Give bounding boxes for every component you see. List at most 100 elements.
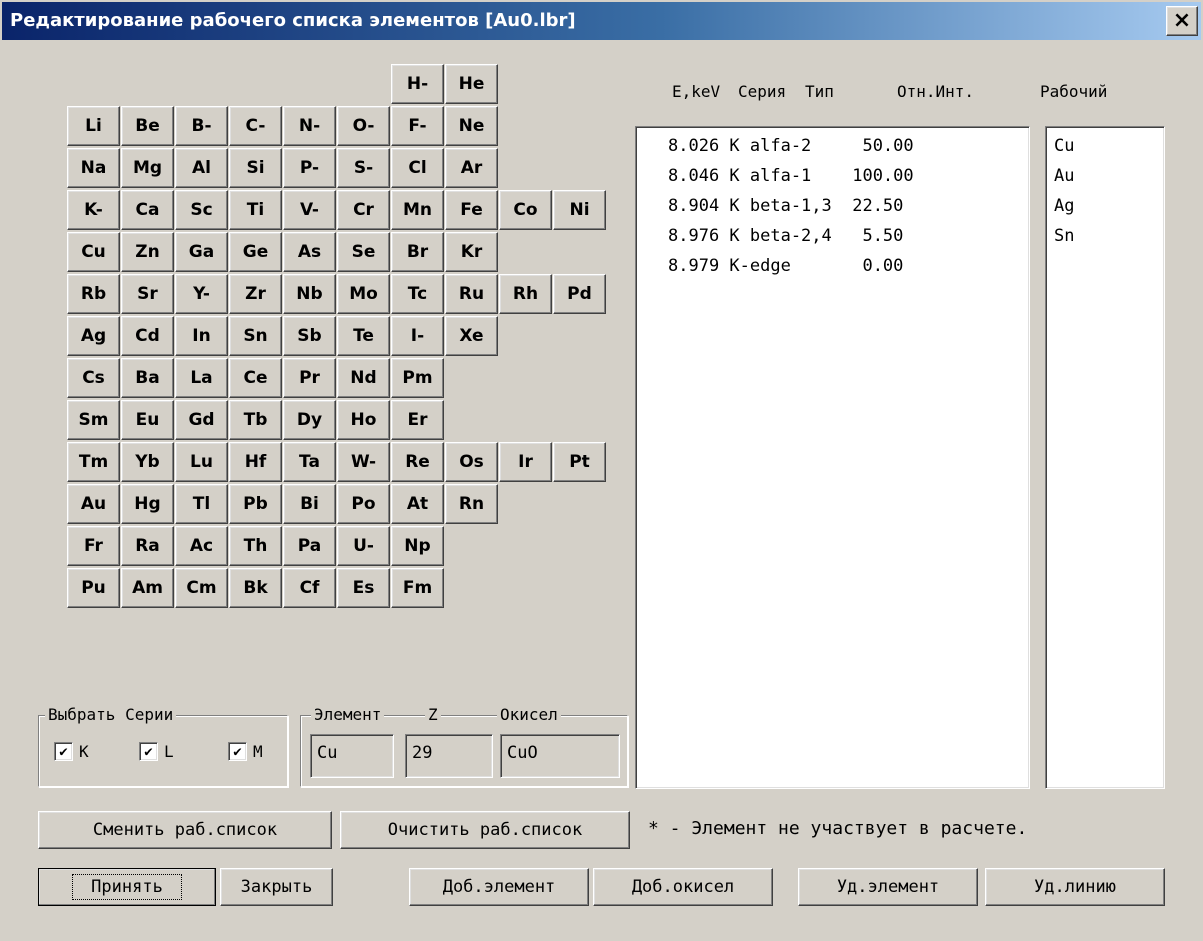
accept-button[interactable]: Принять bbox=[38, 868, 216, 906]
element-button[interactable]: Pb bbox=[229, 484, 282, 524]
element-button[interactable]: Be bbox=[121, 106, 174, 146]
element-button[interactable]: Sr bbox=[121, 274, 174, 314]
element-button[interactable]: La bbox=[175, 358, 228, 398]
element-button[interactable]: Ga bbox=[175, 232, 228, 272]
element-button[interactable]: Kr bbox=[445, 232, 498, 272]
delete-element-button[interactable]: Уд.элемент bbox=[798, 868, 978, 906]
element-button[interactable]: Ir bbox=[499, 442, 552, 482]
element-button[interactable]: Cu bbox=[67, 232, 120, 272]
line-list-item[interactable]: 8.976 K beta-2,4 5.50 bbox=[668, 221, 1029, 251]
checkbox-l-box[interactable]: ✔ bbox=[139, 742, 158, 761]
element-button[interactable]: Mn bbox=[391, 190, 444, 230]
element-button[interactable]: Ca bbox=[121, 190, 174, 230]
z-field[interactable]: 29 bbox=[405, 734, 493, 778]
element-button[interactable]: Fe bbox=[445, 190, 498, 230]
element-button[interactable]: Sc bbox=[175, 190, 228, 230]
element-button[interactable]: Ac bbox=[175, 526, 228, 566]
checkbox-k-box[interactable]: ✔ bbox=[54, 742, 73, 761]
element-button[interactable]: Cd bbox=[121, 316, 174, 356]
element-button[interactable]: In bbox=[175, 316, 228, 356]
element-button[interactable]: Tm bbox=[67, 442, 120, 482]
element-button[interactable]: Pt bbox=[553, 442, 606, 482]
add-oxide-button[interactable]: Доб.окисел bbox=[593, 868, 773, 906]
element-button[interactable]: Se bbox=[337, 232, 390, 272]
oxide-field[interactable]: CuO bbox=[500, 734, 620, 778]
element-button[interactable]: Re bbox=[391, 442, 444, 482]
element-button[interactable]: U- bbox=[337, 526, 390, 566]
element-button[interactable]: Ba bbox=[121, 358, 174, 398]
element-button[interactable]: Co bbox=[499, 190, 552, 230]
element-button[interactable]: Ag bbox=[67, 316, 120, 356]
element-button[interactable]: Pr bbox=[283, 358, 336, 398]
element-button[interactable]: H- bbox=[391, 64, 444, 104]
element-button[interactable]: Ge bbox=[229, 232, 282, 272]
element-button[interactable]: Cl bbox=[391, 148, 444, 188]
series-l-checkbox[interactable]: ✔ L bbox=[139, 742, 174, 761]
working-list-item[interactable]: Ag bbox=[1054, 191, 1164, 221]
element-button[interactable]: Bi bbox=[283, 484, 336, 524]
element-button[interactable]: Cm bbox=[175, 568, 228, 608]
close-dialog-button[interactable]: Закрыть bbox=[220, 868, 333, 906]
working-list-item[interactable]: Cu bbox=[1054, 131, 1164, 161]
element-button[interactable]: Rn bbox=[445, 484, 498, 524]
element-button[interactable]: At bbox=[391, 484, 444, 524]
element-button[interactable]: Tc bbox=[391, 274, 444, 314]
element-button[interactable]: Ne bbox=[445, 106, 498, 146]
element-button[interactable]: He bbox=[445, 64, 498, 104]
element-button[interactable]: Zn bbox=[121, 232, 174, 272]
element-button[interactable]: Nd bbox=[337, 358, 390, 398]
checkbox-m-box[interactable]: ✔ bbox=[228, 742, 247, 761]
element-button[interactable]: W- bbox=[337, 442, 390, 482]
element-button[interactable]: Xe bbox=[445, 316, 498, 356]
element-button[interactable]: Na bbox=[67, 148, 120, 188]
element-button[interactable]: Ce bbox=[229, 358, 282, 398]
element-button[interactable]: Os bbox=[445, 442, 498, 482]
line-list-item[interactable]: 8.904 K beta-1,3 22.50 bbox=[668, 191, 1029, 221]
element-button[interactable]: Ni bbox=[553, 190, 606, 230]
element-button[interactable]: Cs bbox=[67, 358, 120, 398]
element-button[interactable]: Th bbox=[229, 526, 282, 566]
element-button[interactable]: As bbox=[283, 232, 336, 272]
element-button[interactable]: Am bbox=[121, 568, 174, 608]
working-list-item[interactable]: Sn bbox=[1054, 221, 1164, 251]
element-field[interactable]: Cu bbox=[310, 734, 394, 778]
element-button[interactable]: Cr bbox=[337, 190, 390, 230]
element-button[interactable]: Al bbox=[175, 148, 228, 188]
element-button[interactable]: Ru bbox=[445, 274, 498, 314]
series-m-checkbox[interactable]: ✔ M bbox=[228, 742, 263, 761]
element-button[interactable]: Mo bbox=[337, 274, 390, 314]
element-button[interactable]: Rb bbox=[67, 274, 120, 314]
element-button[interactable]: Hg bbox=[121, 484, 174, 524]
element-button[interactable]: Pm bbox=[391, 358, 444, 398]
element-button[interactable]: O- bbox=[337, 106, 390, 146]
line-list-item[interactable]: 8.026 K alfa-2 50.00 bbox=[668, 131, 1029, 161]
series-k-checkbox[interactable]: ✔ K bbox=[54, 742, 89, 761]
element-button[interactable]: Tl bbox=[175, 484, 228, 524]
element-button[interactable]: Pd bbox=[553, 274, 606, 314]
element-button[interactable]: B- bbox=[175, 106, 228, 146]
working-elements-listbox[interactable]: Cu Au Ag Sn bbox=[1045, 126, 1165, 789]
element-button[interactable]: Er bbox=[391, 400, 444, 440]
element-button[interactable]: Po bbox=[337, 484, 390, 524]
element-button[interactable]: P- bbox=[283, 148, 336, 188]
element-button[interactable]: Au bbox=[67, 484, 120, 524]
change-list-button[interactable]: Сменить раб.список bbox=[38, 811, 332, 849]
element-button[interactable]: Yb bbox=[121, 442, 174, 482]
element-button[interactable]: Y- bbox=[175, 274, 228, 314]
element-button[interactable]: C- bbox=[229, 106, 282, 146]
clear-list-button[interactable]: Очистить раб.список bbox=[340, 811, 630, 849]
element-button[interactable]: K- bbox=[67, 190, 120, 230]
element-button[interactable]: I- bbox=[391, 316, 444, 356]
element-button[interactable]: Es bbox=[337, 568, 390, 608]
element-button[interactable]: Fr bbox=[67, 526, 120, 566]
element-button[interactable]: Tb bbox=[229, 400, 282, 440]
element-button[interactable]: Dy bbox=[283, 400, 336, 440]
element-button[interactable]: F- bbox=[391, 106, 444, 146]
element-button[interactable]: Gd bbox=[175, 400, 228, 440]
add-element-button[interactable]: Доб.элемент bbox=[409, 868, 589, 906]
element-button[interactable]: Sm bbox=[67, 400, 120, 440]
element-button[interactable]: Ra bbox=[121, 526, 174, 566]
element-button[interactable]: Te bbox=[337, 316, 390, 356]
element-button[interactable]: Np bbox=[391, 526, 444, 566]
element-button[interactable]: Pu bbox=[67, 568, 120, 608]
